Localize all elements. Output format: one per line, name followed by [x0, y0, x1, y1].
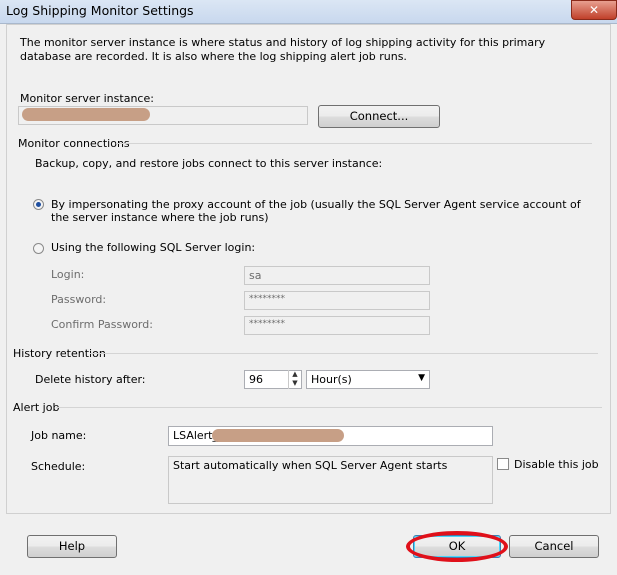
redaction-mark [22, 108, 150, 121]
job-name-label: Job name: [31, 429, 87, 442]
disable-job-label[interactable]: Disable this job [514, 458, 599, 471]
login-field[interactable]: sa [244, 266, 430, 285]
section-divider [116, 143, 592, 144]
sql-login-radio[interactable] [33, 243, 44, 254]
disable-job-checkbox[interactable] [497, 458, 509, 470]
connect-button[interactable]: Connect... [318, 105, 440, 128]
redaction-mark [212, 429, 344, 442]
chevron-down-icon: ▼ [418, 373, 425, 383]
schedule-field: Start automatically when SQL Server Agen… [168, 456, 493, 504]
spin-up-icon[interactable]: ▲ [289, 370, 301, 379]
title-bar: Log Shipping Monitor Settings ✕ [0, 0, 617, 24]
spin-down-icon[interactable]: ▼ [289, 379, 301, 388]
window-title: Log Shipping Monitor Settings [6, 3, 194, 18]
close-icon: ✕ [588, 3, 600, 17]
alert-job-header: Alert job [13, 401, 60, 414]
delete-history-label: Delete history after: [35, 373, 146, 386]
monitor-connections-header: Monitor connections [18, 137, 130, 150]
impersonate-option-label[interactable]: By impersonating the proxy account of th… [51, 198, 581, 224]
confirm-password-label: Confirm Password: [51, 318, 153, 331]
history-unit-value: Hour(s) [311, 373, 352, 386]
password-field[interactable]: ******** [244, 291, 430, 310]
password-label: Password: [51, 293, 107, 306]
section-divider [90, 353, 598, 354]
ok-highlight-ring [406, 531, 508, 562]
login-label: Login: [51, 268, 85, 281]
help-button[interactable]: Help [27, 535, 117, 558]
impersonate-radio[interactable] [33, 199, 44, 210]
cancel-button[interactable]: Cancel [509, 535, 599, 558]
dialog-window: Log Shipping Monitor Settings ✕ The moni… [0, 0, 617, 575]
schedule-label: Schedule: [31, 460, 86, 473]
history-value: 96 [249, 373, 263, 386]
monitor-server-label: Monitor server instance: [20, 92, 154, 105]
section-divider [56, 407, 602, 408]
description-text: The monitor server instance is where sta… [20, 36, 546, 63]
connections-intro-text: Backup, copy, and restore jobs connect t… [35, 157, 383, 170]
history-stepper-buttons[interactable]: ▲ ▼ [288, 370, 301, 389]
history-unit-select[interactable]: Hour(s) ▼ [306, 370, 430, 389]
close-button[interactable]: ✕ [571, 0, 617, 20]
confirm-password-field[interactable]: ******** [244, 316, 430, 335]
sql-login-option-label[interactable]: Using the following SQL Server login: [51, 241, 255, 254]
